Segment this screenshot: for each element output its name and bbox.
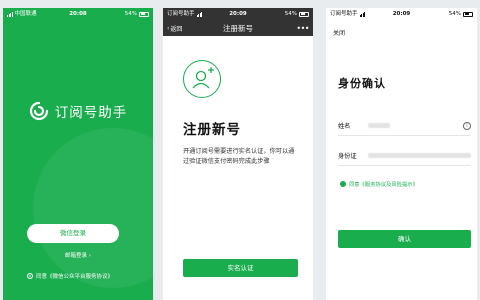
chevron-left-icon: ‹: [167, 24, 170, 32]
name-label: 姓名: [338, 123, 351, 130]
navigation-bar: ‹ 返回 注册新号 •••: [163, 20, 313, 36]
nav-title: 注册新号: [223, 23, 253, 33]
login-screen: 中国联通 20:08 54% 订阅号助手 微信登录 邮箱登录 › 同意《微信公众…: [3, 8, 153, 300]
wechat-login-button[interactable]: 微信登录: [27, 224, 119, 243]
back-button[interactable]: ‹ 返回: [167, 24, 182, 33]
app-name: 订阅号助手: [54, 105, 128, 121]
battery-icon: [299, 11, 309, 17]
real-name-verify-button[interactable]: 实名认证: [183, 259, 298, 277]
id-number-field[interactable]: 身份证: [338, 146, 471, 166]
info-icon[interactable]: i: [463, 121, 471, 130]
status-time: 20:09: [229, 11, 247, 17]
battery-icon: [139, 11, 149, 17]
agreement-text[interactable]: 同意《服务协议及风险提示》: [349, 180, 418, 188]
back-label: 返回: [170, 25, 183, 33]
close-button[interactable]: 关闭: [333, 28, 345, 37]
page-title: 身份确认: [338, 77, 386, 90]
battery-icon: [463, 11, 473, 17]
app-logo-icon: [29, 101, 48, 121]
add-user-icon: [183, 60, 221, 98]
id-label: 身份证: [338, 153, 357, 160]
name-field[interactable]: 姓名 i: [338, 116, 471, 136]
agreement-text[interactable]: 同意《微信公众平台服务协议》: [36, 272, 113, 280]
status-bar: 订阅号助手 20:09 54%: [163, 8, 313, 20]
agreement-radio[interactable]: [27, 273, 33, 279]
confirm-button[interactable]: 确认: [338, 230, 471, 248]
status-time: 20:08: [69, 11, 87, 17]
identity-screen: 订阅号助手 20:09 54% 关闭 身份确认 姓名 i 身份证 同意《服务协议…: [326, 8, 477, 300]
status-time: 20:09: [392, 11, 411, 17]
agreement-row[interactable]: 同意《微信公众平台服务协议》: [27, 272, 113, 280]
more-icon[interactable]: •••: [296, 24, 309, 33]
id-value-blurred: [368, 153, 471, 158]
agreement-radio[interactable]: [340, 181, 346, 187]
description-text: 开通订阅号需要进行实名认证，你可以通过验证微信支付密码完成此步骤: [183, 148, 295, 165]
page-title: 注册新号: [183, 122, 241, 138]
app-logo: 订阅号助手: [3, 101, 153, 121]
agreement-row[interactable]: 同意《服务协议及风险提示》: [340, 180, 418, 188]
register-screen: 订阅号助手 20:09 54% ‹ 返回 注册新号 ••• 注册新号 开通订阅号…: [163, 8, 313, 300]
name-value-blurred: [368, 123, 390, 128]
status-bar: 中国联通 20:08 54%: [3, 8, 153, 20]
email-login-link[interactable]: 邮箱登录 ›: [3, 251, 153, 259]
background-decoration: [33, 128, 153, 288]
status-bar: 订阅号助手 20:09 54%: [326, 8, 477, 20]
